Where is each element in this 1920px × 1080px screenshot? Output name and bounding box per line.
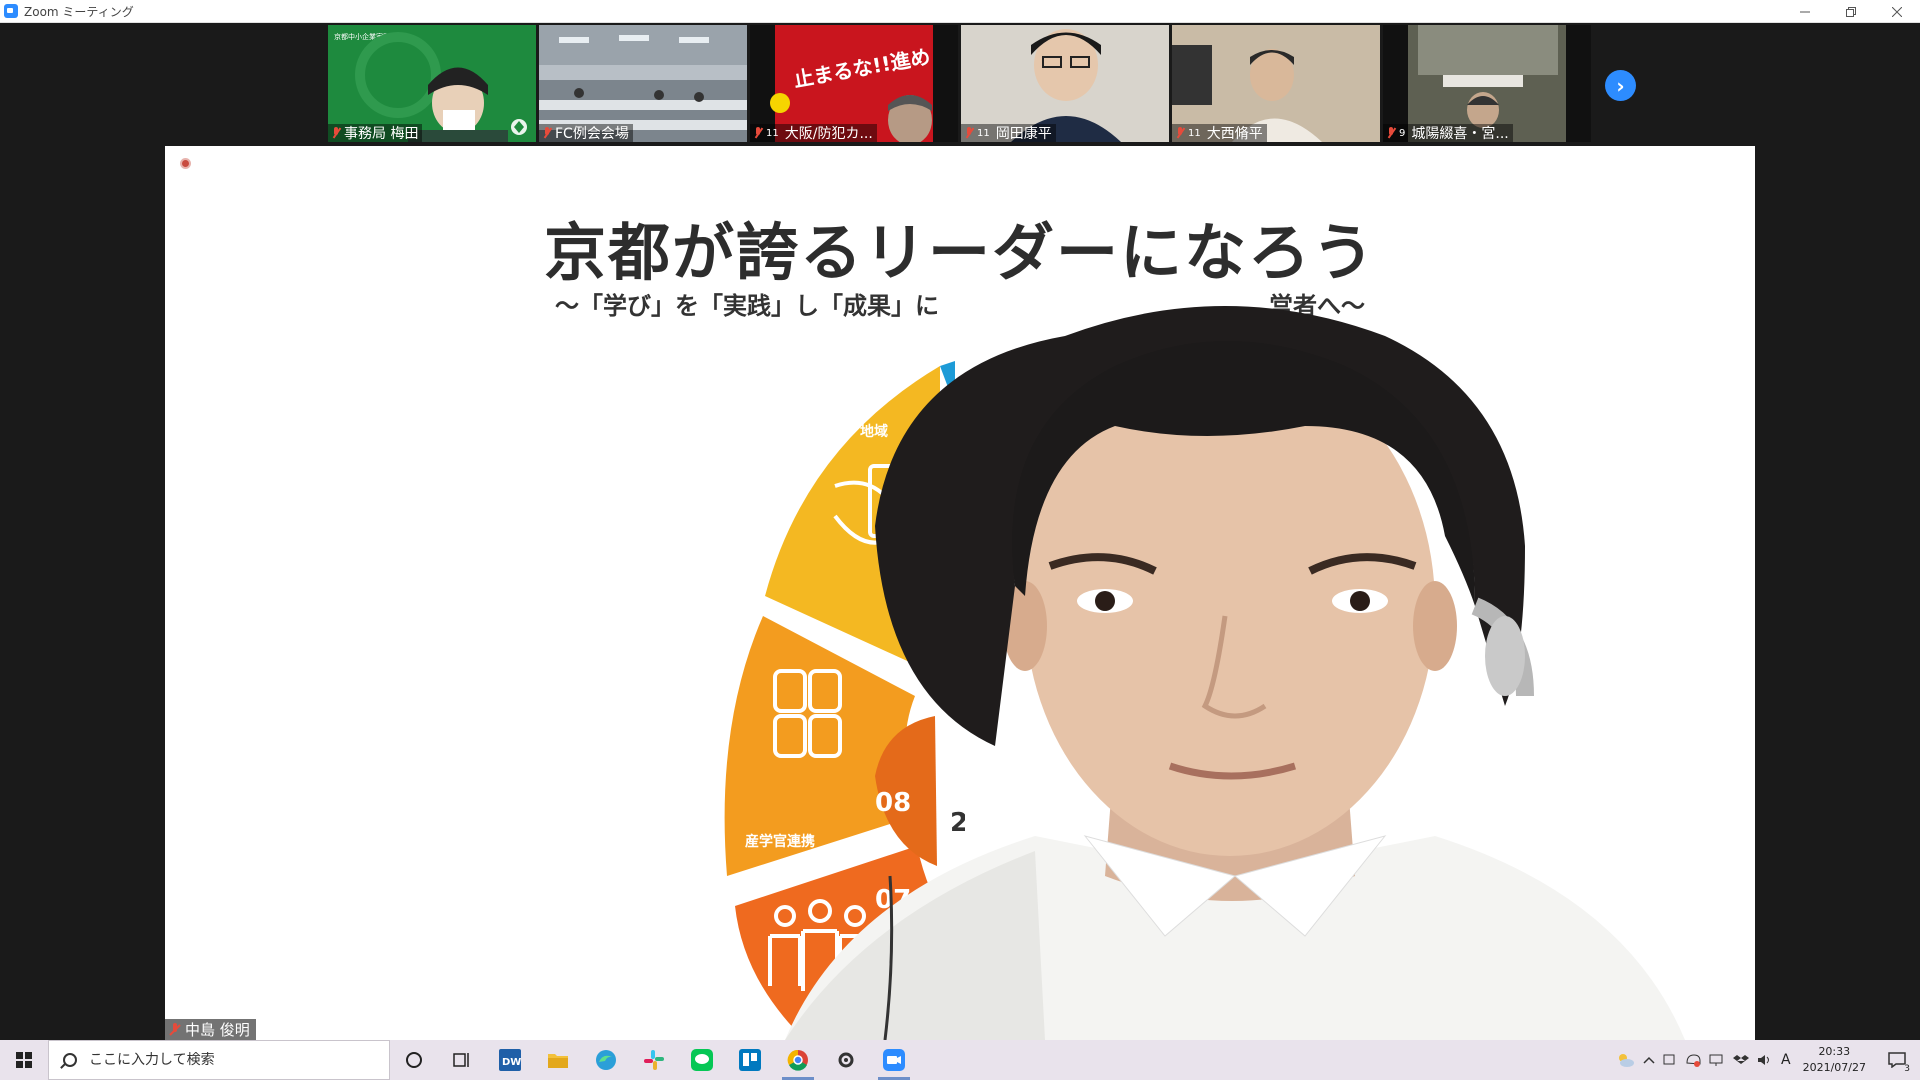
participant-tile[interactable]: FC例会会場 <box>539 25 747 142</box>
participant-name-bar: 11 大西脩平 <box>1172 124 1267 142</box>
participant-number: 11 <box>977 127 990 139</box>
taskbar-app-trello[interactable] <box>726 1040 774 1080</box>
search-icon <box>63 1053 77 1067</box>
tray-meet-button[interactable] <box>1659 1040 1681 1080</box>
next-page-button[interactable]: › <box>1605 70 1636 101</box>
svg-text:DW: DW <box>502 1057 521 1068</box>
clock[interactable]: 20:33 2021/07/27 <box>1795 1044 1874 1076</box>
meet-now-icon <box>1663 1054 1675 1065</box>
dw-app-icon: DW <box>499 1049 521 1071</box>
participant-name: 大阪/防犯カ... <box>784 126 873 142</box>
speaker-video <box>785 306 1685 1040</box>
minimize-button[interactable] <box>1782 0 1828 23</box>
taskbar-app-dw[interactable]: DW <box>486 1040 534 1080</box>
taskbar-app-settings[interactable] <box>822 1040 870 1080</box>
participant-tile[interactable]: 9 城陽綴喜・宮... <box>1383 25 1591 142</box>
clock-date: 2021/07/27 <box>1802 1061 1866 1074</box>
gear-icon <box>838 1052 854 1068</box>
notification-count: 3 <box>1902 1064 1912 1074</box>
window-title: Zoom ミーティング <box>24 4 134 19</box>
participant-number: 11 <box>1188 127 1201 139</box>
tray-network-button[interactable] <box>1705 1040 1729 1080</box>
participant-name-bar: 9 城陽綴喜・宮... <box>1383 124 1513 142</box>
main-video-area: 京都が誇るリーダーになろう ～「学び」を「実践」し「成果」に 営者へ～ 地域 産… <box>165 146 1755 1040</box>
participant-tile[interactable]: 11 岡田康平 <box>961 25 1169 142</box>
taskbar-app-slack[interactable] <box>630 1040 678 1080</box>
muted-mic-icon <box>331 127 341 139</box>
zoom-icon <box>883 1049 905 1071</box>
cortana-icon <box>406 1052 422 1068</box>
ime-indicator[interactable]: A <box>1777 1040 1795 1080</box>
muted-mic-icon <box>753 127 763 139</box>
network-icon <box>1709 1054 1723 1066</box>
system-tray: A 20:33 2021/07/27 3 <box>1611 1040 1920 1080</box>
chevron-up-icon <box>1643 1056 1655 1064</box>
participant-tile[interactable]: 京都中小企業家同友会 事務局 梅田 <box>328 25 536 142</box>
participant-name-bar: FC例会会場 <box>539 124 633 142</box>
windows-logo-icon <box>16 1052 32 1068</box>
participant-name: 大西脩平 <box>1206 126 1263 142</box>
trello-icon <box>739 1049 761 1071</box>
windows-taskbar: DW <box>0 1040 1920 1080</box>
participant-tile[interactable]: 11 大西脩平 <box>1172 25 1380 142</box>
task-view-button[interactable] <box>438 1040 486 1080</box>
edge-browser-icon <box>596 1050 616 1070</box>
notification-center-button[interactable]: 3 <box>1874 1040 1920 1080</box>
tray-dropbox-button[interactable] <box>1729 1040 1753 1080</box>
cortana-button[interactable] <box>390 1040 438 1080</box>
participant-tile[interactable]: 止まるな!!進め 11 大阪/防犯カ... <box>750 25 958 142</box>
clock-time: 20:33 <box>1818 1045 1851 1058</box>
speaker-name-bar: 中島 俊明 <box>165 1019 256 1040</box>
dropbox-icon <box>1733 1055 1750 1064</box>
muted-mic-icon <box>169 1022 181 1036</box>
taskbar-app-chrome[interactable] <box>774 1040 822 1080</box>
weather-icon <box>1619 1054 1635 1067</box>
security-alert-icon <box>1686 1054 1701 1067</box>
participant-number: 9 <box>1399 127 1406 139</box>
tray-volume-button[interactable] <box>1753 1040 1777 1080</box>
task-view-icon <box>453 1053 469 1067</box>
taskbar-app-edge[interactable] <box>582 1040 630 1080</box>
participant-name-bar: 11 大阪/防犯カ... <box>750 124 877 142</box>
close-button[interactable] <box>1874 0 1920 23</box>
volume-icon <box>1758 1055 1770 1065</box>
participant-name: FC例会会場 <box>555 126 629 142</box>
participant-number: 11 <box>766 127 779 139</box>
search-input[interactable] <box>89 1052 379 1068</box>
participant-name: 事務局 梅田 <box>344 126 419 142</box>
slack-icon <box>644 1050 664 1070</box>
show-hidden-icons-button[interactable] <box>1639 1040 1659 1080</box>
minimize-icon <box>1800 11 1810 12</box>
taskbar-app-file-explorer[interactable] <box>534 1040 582 1080</box>
zoom-app-icon <box>4 4 18 18</box>
participant-name: 城陽綴喜・宮... <box>1411 126 1509 142</box>
muted-mic-icon <box>1386 127 1396 139</box>
close-icon <box>1892 6 1902 17</box>
taskbar-app-zoom[interactable] <box>870 1040 918 1080</box>
line-app-icon <box>691 1049 713 1071</box>
title-bar: Zoom ミーティング <box>0 0 1920 23</box>
participant-strip: 京都中小企業家同友会 事務局 梅田 FC例会会場 止まるな!!進め 11 大阪/… <box>0 23 1920 143</box>
muted-mic-icon <box>1175 127 1185 139</box>
taskbar-search[interactable] <box>48 1040 390 1080</box>
weather-button[interactable] <box>1611 1040 1639 1080</box>
start-button[interactable] <box>0 1040 48 1080</box>
restore-icon <box>1846 6 1856 17</box>
muted-mic-icon <box>542 127 552 139</box>
restore-button[interactable] <box>1828 0 1874 23</box>
chevron-right-icon: › <box>1616 73 1625 98</box>
tray-security-button[interactable] <box>1681 1040 1705 1080</box>
recording-indicator-icon <box>180 158 191 169</box>
taskbar-app-line[interactable] <box>678 1040 726 1080</box>
folder-icon <box>548 1054 568 1068</box>
participant-name: 岡田康平 <box>995 126 1052 142</box>
speaker-name: 中島 俊明 <box>185 1021 250 1039</box>
chrome-icon <box>787 1049 808 1071</box>
participant-name-bar: 11 岡田康平 <box>961 124 1056 142</box>
muted-mic-icon <box>964 127 974 139</box>
participant-name-bar: 事務局 梅田 <box>328 124 423 142</box>
window-controls <box>1782 0 1920 23</box>
